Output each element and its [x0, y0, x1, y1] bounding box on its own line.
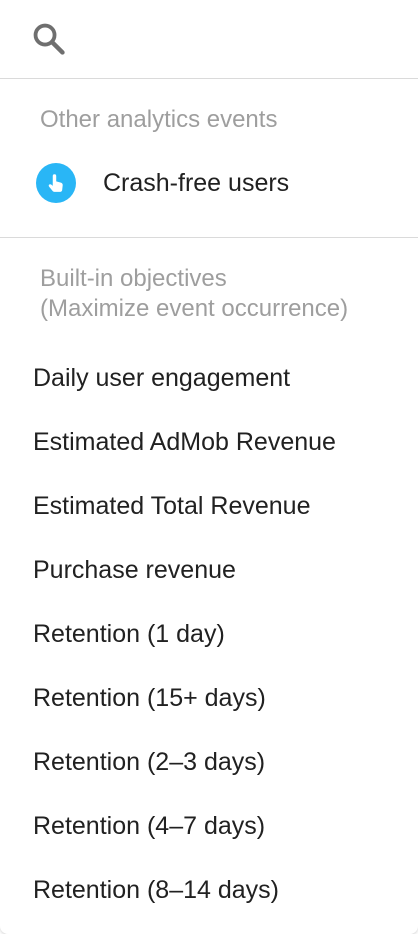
- search-bar: [0, 0, 418, 78]
- list-item-crash-free-users[interactable]: Crash-free users: [0, 149, 418, 217]
- list-item-retention-2-3-days[interactable]: Retention (2–3 days): [0, 730, 418, 794]
- search-input[interactable]: [82, 18, 418, 60]
- list-item-retention-4-7-days[interactable]: Retention (4–7 days): [0, 794, 418, 858]
- event-picker-dropdown: Other analytics events Crash-free users …: [0, 0, 418, 934]
- section-label-built-in-objectives: Built-in objectives (Maximize event occu…: [0, 238, 418, 324]
- list-item-label: Crash-free users: [103, 168, 290, 197]
- list-item-purchase-revenue[interactable]: Purchase revenue: [0, 538, 418, 602]
- list-item-retention-8-14-days[interactable]: Retention (8–14 days): [0, 858, 418, 922]
- list-item-retention-15-plus-days[interactable]: Retention (15+ days): [0, 666, 418, 730]
- list-item-retention-1-day[interactable]: Retention (1 day): [0, 602, 418, 666]
- list-item-estimated-total-revenue[interactable]: Estimated Total Revenue: [0, 474, 418, 538]
- touch-icon: [36, 163, 76, 203]
- objectives-list: Daily user engagement Estimated AdMob Re…: [0, 324, 418, 922]
- search-icon[interactable]: [30, 20, 68, 58]
- section-label-line: Built-in objectives: [40, 265, 227, 292]
- section-label-other-analytics: Other analytics events: [40, 106, 278, 133]
- list-item-estimated-admob-revenue[interactable]: Estimated AdMob Revenue: [0, 410, 418, 474]
- section-label-line: (Maximize event occurrence): [40, 295, 349, 322]
- list-item-daily-user-engagement[interactable]: Daily user engagement: [0, 346, 418, 410]
